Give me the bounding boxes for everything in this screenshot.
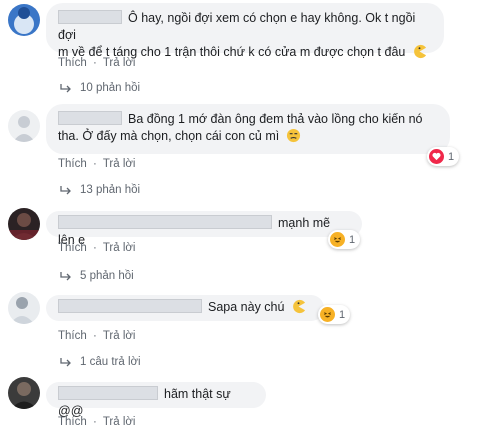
like-link[interactable]: Thích: [58, 158, 87, 170]
reaction-count: 1: [339, 308, 346, 321]
reaction-count: 1: [349, 233, 356, 246]
avatar[interactable]: [8, 110, 40, 142]
like-link[interactable]: Thích: [58, 57, 87, 69]
replies-count: 1 câu trả lời: [80, 356, 141, 368]
reply-arrow-icon: [60, 84, 71, 93]
view-replies-link[interactable]: 5 phản hồi: [60, 270, 134, 282]
author-name[interactable]: [58, 10, 122, 24]
comment-bubble: Ba đồng 1 mớ đàn ông đem thả vào lồng ch…: [46, 104, 450, 154]
reply-link[interactable]: Trả lời: [103, 330, 136, 342]
reply-link[interactable]: Trả lời: [103, 242, 136, 254]
author-name[interactable]: [58, 386, 158, 400]
like-link[interactable]: Thích: [58, 242, 87, 254]
comment-actions: Thích · Trả lời: [58, 57, 136, 69]
emoji-annoyed-icon: [286, 128, 300, 143]
reaction-summary[interactable]: 1: [427, 147, 460, 166]
replies-count: 10 phản hồi: [80, 82, 141, 94]
emoji-pacman-icon: [413, 44, 426, 59]
comment-actions: Thích · Trả lời: [58, 242, 136, 254]
replies-count: 5 phản hồi: [80, 270, 134, 282]
love-reaction-icon: [429, 149, 444, 164]
like-link[interactable]: Thích: [58, 416, 87, 428]
reaction-summary[interactable]: 1: [328, 230, 361, 249]
view-replies-link[interactable]: 13 phản hồi: [60, 184, 140, 196]
comment-text-line-2: tha. Ở đấy mà chọn, chọn cái con củ mì: [58, 129, 280, 143]
comment-actions: Thích · Trả lời: [58, 330, 136, 342]
view-replies-link[interactable]: 1 câu trả lời: [60, 356, 141, 368]
comment-actions: Thích · Trả lời: [58, 158, 136, 170]
comment-bubble: mạnh mẽ lên e: [46, 211, 362, 247]
view-replies-link[interactable]: 10 phản hồi: [60, 82, 140, 94]
author-name[interactable]: [58, 111, 122, 125]
avatar[interactable]: [8, 377, 40, 409]
comment-actions: Thích · Trả lời: [58, 416, 136, 428]
reply-arrow-icon: [60, 272, 71, 281]
reply-arrow-icon: [60, 186, 71, 195]
reaction-count: 1: [448, 150, 455, 163]
reply-arrow-icon: [60, 358, 71, 367]
reply-link[interactable]: Trả lời: [103, 158, 136, 170]
author-name[interactable]: [58, 299, 202, 313]
haha-reaction-icon: [330, 232, 345, 247]
reply-link[interactable]: Trả lời: [103, 416, 136, 428]
reply-link[interactable]: Trả lời: [103, 57, 136, 69]
comment-text-line-1: Sapa này chú: [208, 300, 285, 314]
avatar[interactable]: [8, 292, 40, 324]
reaction-summary[interactable]: 1: [318, 305, 351, 324]
avatar[interactable]: [8, 4, 40, 36]
comment-bubble: Ô hay, ngồi đợi xem có chọn e hay không.…: [46, 3, 444, 59]
emoji-pacman-icon: [293, 299, 305, 314]
author-name[interactable]: [58, 215, 272, 229]
comment-bubble: hãm thật sự @@: [46, 382, 266, 418]
like-link[interactable]: Thích: [58, 330, 87, 342]
haha-reaction-icon: [320, 307, 335, 322]
comment-bubble: Sapa này chú: [46, 295, 324, 321]
avatar[interactable]: [8, 208, 40, 240]
comment-text-line-1: Ba đồng 1 mớ đàn ông đem thả vào lồng ch…: [128, 112, 423, 126]
replies-count: 13 phản hồi: [80, 184, 141, 196]
